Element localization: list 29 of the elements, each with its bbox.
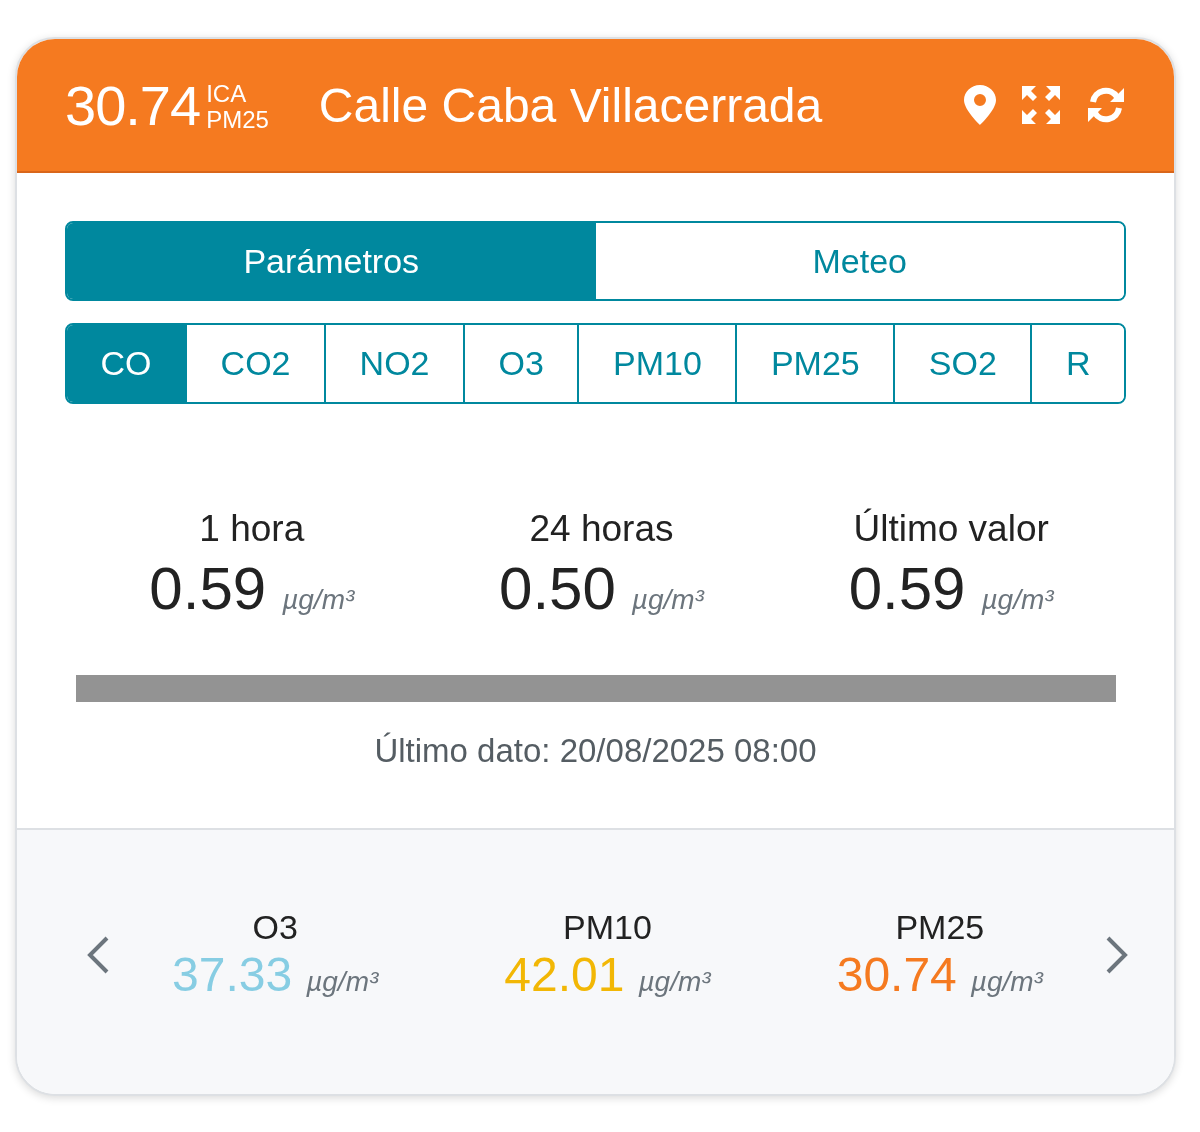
unit-label: µg/m³ xyxy=(638,966,711,998)
map-pin-icon[interactable] xyxy=(964,85,996,125)
stat-value: 0.50 xyxy=(499,554,616,623)
tab[interactable]: CO xyxy=(67,325,186,402)
stat-label: Último valor xyxy=(853,508,1049,550)
index-pollutant: PM25 xyxy=(206,107,269,133)
pollutant-value: 37.33 xyxy=(172,947,293,1002)
index-value: 30.74 xyxy=(65,72,201,138)
unit-label: µg/m³ xyxy=(970,966,1043,998)
unit-label: µg/m³ xyxy=(981,584,1054,616)
tab[interactable]: R xyxy=(1030,325,1124,402)
unit-label: µg/m³ xyxy=(631,584,704,616)
pollutant-name: O3 xyxy=(252,908,298,947)
pollutant-name: PM10 xyxy=(563,908,652,947)
stat-label: 1 hora xyxy=(199,508,305,550)
pollutant-value: 30.74 xyxy=(836,947,957,1002)
unit-label: µg/m³ xyxy=(306,966,379,998)
index-label: ICA xyxy=(206,81,248,107)
stat-label: 24 horas xyxy=(529,508,674,550)
stat-value: 0.59 xyxy=(149,554,267,623)
expand-icon[interactable] xyxy=(1022,86,1060,124)
last-update-text: Último dato: 20/08/2025 08:00 xyxy=(373,732,818,770)
stat-value: 0.59 xyxy=(848,554,966,623)
refresh-icon[interactable] xyxy=(1086,85,1126,125)
station-name: Calle Caba Villacerrada xyxy=(318,77,824,133)
pollutant-name: PM25 xyxy=(895,908,985,947)
tab[interactable]: Parámetros xyxy=(67,223,596,299)
pollutant-value: 42.01 xyxy=(504,947,625,1002)
unit-label: µg/m³ xyxy=(282,584,355,616)
